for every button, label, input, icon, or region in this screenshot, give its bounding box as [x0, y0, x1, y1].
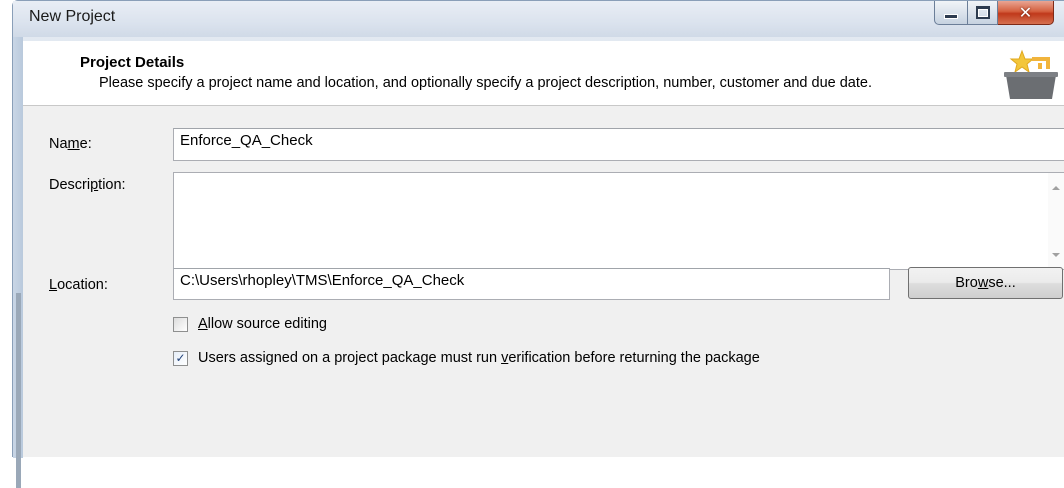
allow-source-editing-label: Allow source editing — [198, 316, 327, 332]
description-label: Description: — [49, 177, 126, 193]
name-field[interactable]: Enforce_QA_Check — [173, 128, 1064, 161]
close-icon: ✕ — [1018, 3, 1033, 22]
browse-button[interactable]: Bro w se... — [908, 267, 1063, 299]
location-field[interactable]: C:\Users\rhopley\TMS\Enforce_QA_Check — [173, 268, 890, 300]
verification-label: Users assigned on a project package must… — [198, 350, 760, 366]
page-title: Project Details — [80, 54, 185, 71]
minimize-button[interactable] — [934, 1, 968, 25]
verification-option[interactable]: ✓ Users assigned on a project package mu… — [173, 350, 760, 366]
window-edge-mark — [16, 293, 21, 488]
title-bar[interactable]: New Project ✕ — [13, 1, 1064, 37]
scroll-up-icon[interactable] — [1052, 186, 1060, 190]
maximize-icon — [975, 6, 990, 19]
allow-source-editing-option[interactable]: Allow source editing — [173, 316, 327, 332]
window-left-border — [13, 31, 23, 488]
star-basket-icon — [1004, 49, 1058, 99]
new-project-window: New Project ✕ Project Details Please spe… — [12, 0, 1064, 488]
checkmark-icon: ✓ — [175, 351, 186, 365]
minimize-icon — [945, 15, 957, 18]
window-title: New Project — [29, 8, 116, 25]
description-scrollbar[interactable] — [1048, 173, 1064, 269]
location-label: Location: — [49, 277, 108, 293]
caption-buttons: ✕ — [934, 1, 1054, 25]
allow-source-editing-checkbox[interactable] — [173, 316, 188, 332]
maximize-button[interactable] — [968, 1, 998, 25]
form-area: Name: Enforce_QA_Check Description: Loca… — [23, 106, 1064, 457]
verification-checkbox[interactable]: ✓ — [173, 350, 188, 366]
page-description: Please specify a project name and locati… — [99, 75, 872, 91]
scroll-down-icon[interactable] — [1052, 253, 1060, 257]
description-field[interactable] — [173, 172, 1064, 270]
name-label: Name: — [49, 136, 92, 152]
close-button[interactable]: ✕ — [998, 1, 1054, 25]
wizard-header: Project Details Please specify a project… — [23, 41, 1064, 106]
